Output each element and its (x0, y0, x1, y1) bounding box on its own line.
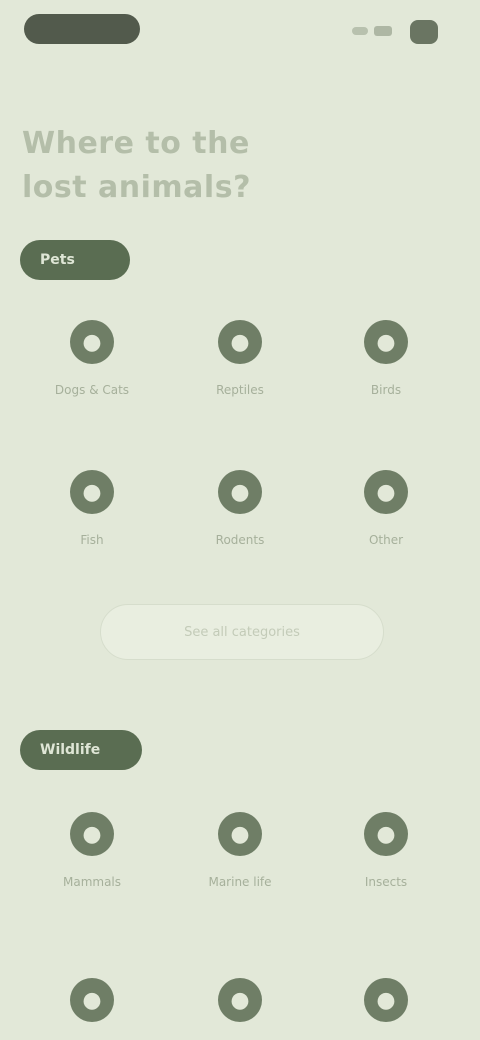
category-tile[interactable]: ● (316, 978, 456, 1040)
category-tile[interactable]: ● Marine life (170, 812, 310, 890)
battery-icon (410, 20, 438, 44)
category-tile[interactable]: ● Birds (316, 320, 456, 398)
category-label: Mammals (62, 875, 122, 889)
status-pill (24, 14, 140, 44)
flower-icon: ● (364, 978, 408, 1022)
category-tile[interactable]: ● Dogs & Cats (22, 320, 162, 398)
category-label: Marine life (208, 875, 272, 889)
other-icon: ● (364, 470, 408, 514)
category-label: Fish (80, 533, 104, 547)
category-label: Other (368, 533, 404, 547)
category-tile[interactable]: ● Rodents (170, 470, 310, 548)
leaf-icon: ● (70, 978, 114, 1022)
category-tile[interactable]: ● Mammals (22, 812, 162, 890)
tree-icon: ● (218, 978, 262, 1022)
category-label: Insects (364, 875, 408, 889)
mammal-icon: ● (70, 812, 114, 856)
category-label: Dogs & Cats (54, 383, 130, 397)
marine-icon: ● (218, 812, 262, 856)
page-title: Where to the lost animals? (22, 126, 251, 205)
category-tile[interactable]: ● Fish (22, 470, 162, 548)
category-label: Birds (370, 383, 402, 397)
fish-icon: ● (70, 470, 114, 514)
reptile-icon: ● (218, 320, 262, 364)
see-all-button[interactable]: See all categories (100, 604, 384, 660)
category-tile[interactable]: ● Other (316, 470, 456, 548)
category-tile[interactable]: ● (170, 978, 310, 1040)
paw-icon: ● (70, 320, 114, 364)
app-screen: Where to the lost animals? Pets ● Dogs &… (0, 0, 480, 1040)
insect-icon: ● (364, 812, 408, 856)
category-label: Reptiles (216, 383, 264, 397)
category-label: Rodents (215, 533, 265, 547)
status-bar (0, 0, 480, 64)
category-tile[interactable]: ● (22, 978, 162, 1040)
wifi-icon (352, 27, 368, 35)
signal-icon (374, 26, 392, 36)
category-tile[interactable]: ● Insects (316, 812, 456, 890)
section-tab-pets[interactable]: Pets (20, 240, 130, 280)
category-tile[interactable]: ● Reptiles (170, 320, 310, 398)
rodent-icon: ● (218, 470, 262, 514)
bird-icon: ● (364, 320, 408, 364)
section-tab-wildlife[interactable]: Wildlife (20, 730, 142, 770)
